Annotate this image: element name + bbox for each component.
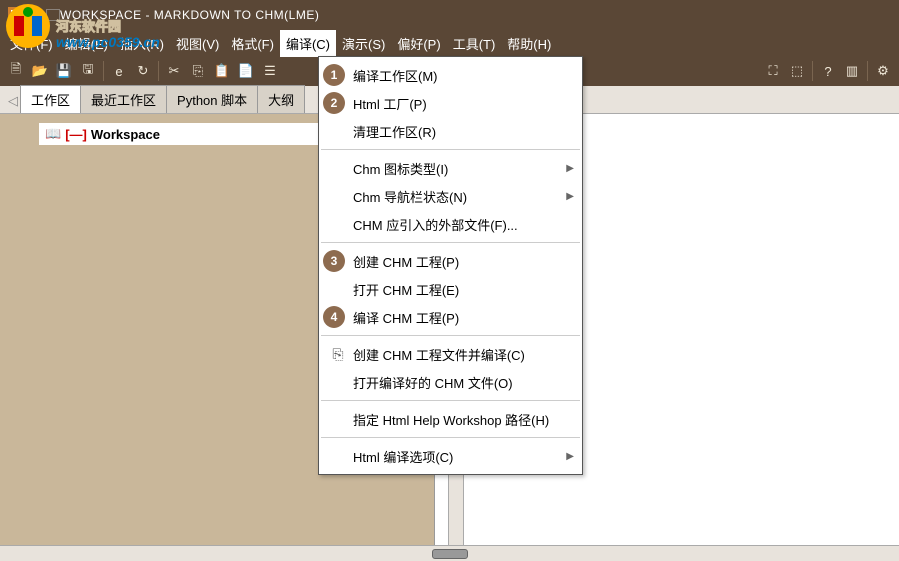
menu-3[interactable]: 视图(V) (170, 30, 225, 57)
submenu-arrow-icon: ▶ (566, 191, 574, 202)
new-file-icon[interactable]: 🗎 (5, 60, 27, 82)
menu-item-label: 打开 CHM 工程(E) (353, 280, 574, 299)
menu-5[interactable]: 编译(C) (280, 30, 336, 57)
tab-3[interactable]: 大纲 (257, 85, 305, 113)
layout-icon[interactable]: ⬚ (786, 60, 808, 82)
tab-0[interactable]: 工作区 (20, 85, 81, 113)
badge-icon: 3 (323, 250, 345, 272)
tab-1[interactable]: 最近工作区 (80, 85, 167, 113)
menu-item-label: CHM 应引入的外部文件(F)... (353, 215, 574, 234)
badge-icon: 2 (323, 92, 345, 114)
tree-tag: [—] (65, 127, 87, 142)
menu-item-9[interactable]: 打开 CHM 工程(E) (319, 275, 582, 303)
menu-2[interactable]: 插入(R) (114, 30, 170, 57)
compile-menu-dropdown: 1编译工作区(M)2Html 工厂(P)清理工作区(R)Chm 图标类型(I)▶… (318, 56, 583, 475)
save-icon[interactable]: 💾 (53, 60, 75, 82)
window-title: WORKSPACE - MARKDOWN TO CHM(LME) (60, 8, 319, 22)
tab-scroll-left-icon[interactable]: ◁ (6, 89, 20, 113)
menu-item-label: Chm 导航栏状态(N) (353, 187, 566, 206)
menu-item-label: Chm 图标类型(I) (353, 159, 566, 178)
badge-icon: 4 (323, 306, 345, 328)
menu-7[interactable]: 偏好(P) (391, 30, 446, 57)
paste-icon[interactable]: 📋 (211, 60, 233, 82)
save-all-icon[interactable]: 🖫 (77, 60, 99, 82)
clipboard-icon[interactable]: 📄 (235, 60, 257, 82)
badge-icon: 1 (323, 64, 345, 86)
submenu-arrow-icon: ▶ (566, 451, 574, 462)
menu-item-8[interactable]: 3 创建 CHM 工程(P) (319, 247, 582, 275)
menu-separator (321, 400, 580, 401)
menu-item-15[interactable]: 指定 Html Help Workshop 路径(H) (319, 405, 582, 433)
copy-icon[interactable]: ⎘ (187, 60, 209, 82)
menu-item-label: 编译 CHM 工程(P) (353, 308, 574, 327)
menu-0[interactable]: 文件(F) (4, 30, 59, 57)
menu-item-2[interactable]: 清理工作区(R) (319, 117, 582, 145)
refresh-icon[interactable]: ↻ (132, 60, 154, 82)
menu-4[interactable]: 格式(F) (225, 30, 280, 57)
tool-icon[interactable]: ⚙ (872, 60, 894, 82)
menu-separator (321, 437, 580, 438)
menu-separator (321, 335, 580, 336)
menu-item-5[interactable]: Chm 导航栏状态(N)▶ (319, 182, 582, 210)
menu-8[interactable]: 工具(T) (447, 30, 502, 57)
menu-item-label: 指定 Html Help Workshop 路径(H) (353, 410, 574, 429)
menu-item-label: 创建 CHM 工程文件并编译(C) (353, 345, 574, 364)
menu-item-icon: ⎘ (332, 346, 343, 363)
menu-item-4[interactable]: Chm 图标类型(I)▶ (319, 154, 582, 182)
menu-item-label: Html 工厂(P) (353, 94, 574, 113)
book-icon: 📖 (45, 126, 61, 142)
menu-item-label: 打开编译好的 CHM 文件(O) (353, 373, 574, 392)
submenu-arrow-icon: ▶ (566, 163, 574, 174)
help-icon[interactable]: ? (817, 60, 839, 82)
list-icon[interactable]: ☰ (259, 60, 281, 82)
menu-item-10[interactable]: 4 编译 CHM 工程(P) (319, 303, 582, 331)
menu-separator (321, 242, 580, 243)
menu-item-label: 编译工作区(M) (353, 66, 574, 85)
menubar: 文件(F)编辑(E)插入(R)视图(V)格式(F)编译(C)演示(S)偏好(P)… (0, 30, 899, 56)
menu-item-13[interactable]: 打开编译好的 CHM 文件(O) (319, 368, 582, 396)
menu-item-1[interactable]: 2 Html 工厂(P) (319, 89, 582, 117)
menu-1[interactable]: 编辑(E) (59, 30, 114, 57)
cut-icon[interactable]: ✂ (163, 60, 185, 82)
menu-separator (321, 149, 580, 150)
menu-6[interactable]: 演示(S) (336, 30, 391, 57)
browser-icon[interactable]: e (108, 60, 130, 82)
menu-item-17[interactable]: Html 编译选项(C)▶ (319, 442, 582, 470)
columns-icon[interactable]: ▥ (841, 60, 863, 82)
open-folder-icon[interactable]: 📂 (29, 60, 51, 82)
titlebar: WORKSPACE - MARKDOWN TO CHM(LME) (0, 0, 899, 30)
menu-item-label: 清理工作区(R) (353, 122, 574, 141)
menu-9[interactable]: 帮助(H) (501, 30, 557, 57)
tree-label: Workspace (91, 127, 160, 142)
fullscreen-icon[interactable]: ⛶ (762, 60, 784, 82)
tab-2[interactable]: Python 脚本 (166, 85, 258, 113)
horizontal-splitter[interactable] (0, 545, 899, 561)
app-icon (8, 7, 24, 23)
menu-item-12[interactable]: ⎘ 创建 CHM 工程文件并编译(C) (319, 340, 582, 368)
menu-item-label: Html 编译选项(C) (353, 447, 566, 466)
menu-item-label: 创建 CHM 工程(P) (353, 252, 574, 271)
menu-item-6[interactable]: CHM 应引入的外部文件(F)... (319, 210, 582, 238)
menu-item-0[interactable]: 1 编译工作区(M) (319, 61, 582, 89)
